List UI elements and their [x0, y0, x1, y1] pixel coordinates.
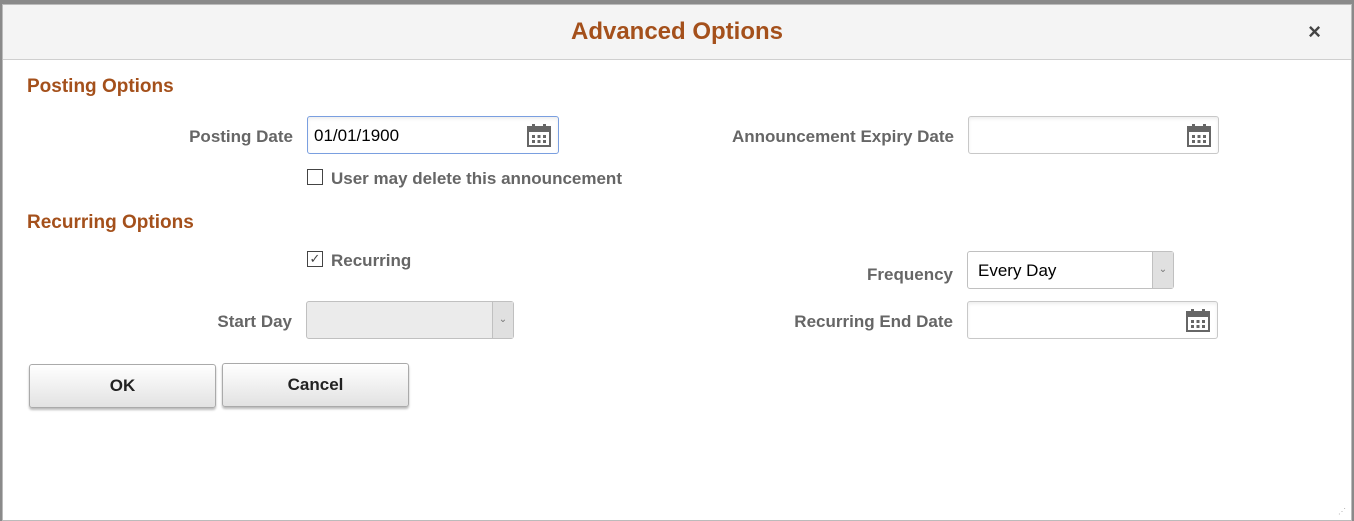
expiry-date-input[interactable]: [968, 116, 1219, 154]
posting-options-heading: Posting Options: [27, 76, 174, 97]
posting-date-input[interactable]: 01/01/1900: [307, 116, 559, 154]
recurring-checkbox[interactable]: ✓: [307, 251, 323, 267]
recurring-end-date-label: Recurring End Date: [794, 312, 953, 331]
posting-date-label: Posting Date: [189, 127, 293, 146]
expiry-date-label: Announcement Expiry Date: [732, 127, 954, 146]
ok-button[interactable]: OK: [29, 364, 216, 408]
frequency-value: Every Day: [978, 261, 1057, 280]
calendar-icon[interactable]: [1186, 308, 1210, 332]
chevron-down-icon[interactable]: ⌄: [1152, 252, 1173, 288]
frequency-select[interactable]: Every Day ⌄: [967, 251, 1174, 289]
calendar-icon[interactable]: [527, 123, 551, 147]
delete-announcement-checkbox[interactable]: [307, 169, 323, 185]
recurring-end-date-input[interactable]: [967, 301, 1218, 339]
dialog-title: Advanced Options: [570, 18, 784, 45]
close-icon[interactable]: ×: [1308, 19, 1321, 45]
start-day-select[interactable]: ⌄: [306, 301, 514, 339]
recurring-label: Recurring: [331, 251, 412, 270]
recurring-options-heading: Recurring Options: [27, 212, 194, 233]
start-day-label: Start Day: [217, 312, 292, 331]
frequency-label: Frequency: [867, 265, 953, 284]
resize-grip-icon[interactable]: ⋰: [1338, 507, 1348, 517]
posting-date-value: 01/01/1900: [314, 126, 400, 145]
delete-announcement-label: User may delete this announcement: [331, 169, 622, 188]
advanced-options-dialog: Advanced Options × Posting Options Posti…: [2, 4, 1352, 521]
chevron-down-icon[interactable]: ⌄: [492, 302, 513, 338]
cancel-button[interactable]: Cancel: [222, 363, 409, 407]
dialog-header: Advanced Options ×: [3, 5, 1351, 60]
calendar-icon[interactable]: [1187, 123, 1211, 147]
